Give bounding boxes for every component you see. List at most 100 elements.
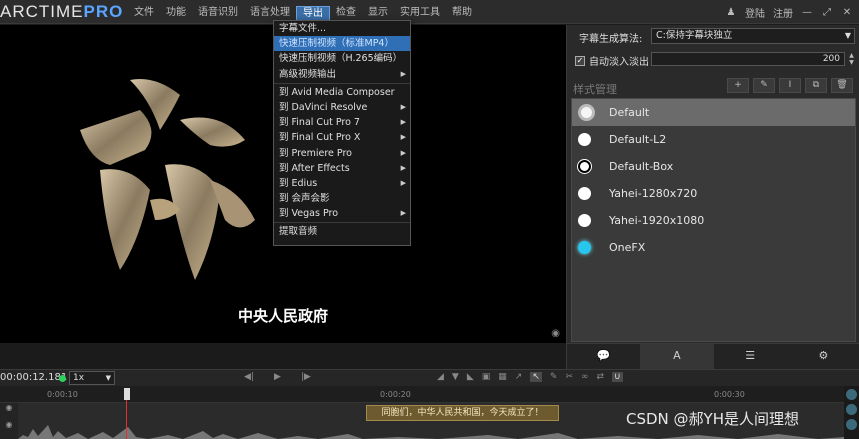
copy-style-button[interactable]: ⧉	[805, 78, 827, 93]
menu-divider	[274, 222, 410, 224]
fade-duration-input[interactable]: 200	[651, 52, 845, 66]
style-swatch-icon	[578, 104, 595, 121]
menu-item-label: 到 DaVinci Resolve	[279, 101, 368, 113]
tool-c-icon[interactable]: ◣	[467, 372, 474, 382]
user-icon: ♟	[726, 7, 736, 18]
menu-item-after-effects[interactable]: 到 After Effects ▶	[274, 161, 410, 176]
style-name: Yahei-1280x720	[609, 187, 698, 200]
menu-item-extract-audio[interactable]: 提取音频	[274, 224, 410, 239]
calligraphy-artwork	[80, 79, 255, 280]
menu-divider	[274, 82, 410, 84]
menu-file[interactable]: 文件	[128, 6, 160, 22]
zoom-icon[interactable]	[846, 389, 857, 400]
timeline-toolbar: 00:00:12.181 1x ▼ ◀| ▶ |▶ ◢ ▼ ◣ ▣ ▦ ↗ ↖ …	[0, 369, 859, 386]
algo-select[interactable]: C:保持字幕块独立 ▼	[651, 28, 855, 44]
play-icon[interactable]: ▶	[274, 372, 281, 382]
transport-controls: ◀| ▶ |▶	[244, 372, 311, 382]
menu-item-avid[interactable]: 到 Avid Media Composer	[274, 85, 410, 100]
menu-item-label: 到 Vegas Pro	[279, 208, 339, 220]
menu-item-subtitle-file[interactable]: 字幕文件...	[274, 21, 410, 36]
style-toolbar: + ✎ I ⧉ 🗑	[727, 78, 853, 93]
submenu-arrow-icon: ▶	[400, 178, 406, 187]
login-link[interactable]: 登陆	[745, 5, 765, 20]
edit-icon[interactable]: ✎	[550, 372, 558, 382]
menu-help[interactable]: 帮助	[446, 6, 478, 22]
app-logo: ARCTIMEPRO	[0, 2, 124, 21]
fade-checkbox[interactable]: ✓	[575, 55, 585, 66]
style-item-default-box[interactable]: Default-Box	[572, 153, 855, 180]
submenu-arrow-icon: ▶	[400, 133, 406, 142]
playhead-line	[126, 400, 127, 439]
menu-item-label: 高级视频输出	[279, 68, 337, 80]
close-icon[interactable]: ✕	[841, 7, 853, 18]
style-item-onefx[interactable]: OneFX	[572, 234, 855, 261]
menu-item-quick-encode-h265[interactable]: 快速压制视频（H.265编码）	[274, 51, 410, 66]
menu-item-edius[interactable]: 到 Edius ▶	[274, 176, 410, 191]
tab-list[interactable]: ☰	[714, 344, 787, 369]
timeline-tools: ◢ ▼ ◣ ▣ ▦ ↗ ↖ ✎ ✂ ∞ ⇄ ∪	[437, 372, 623, 382]
swap-icon[interactable]: ⇄	[596, 372, 604, 382]
style-item-default[interactable]: Default	[572, 99, 855, 126]
rename-style-button[interactable]: I	[779, 78, 801, 93]
tool-b-icon[interactable]: ▼	[452, 372, 459, 382]
submenu-arrow-icon: ▶	[400, 209, 406, 218]
eye-icon[interactable]: ◉	[0, 420, 18, 429]
zoom-icon[interactable]	[846, 404, 857, 415]
submenu-arrow-icon: ▶	[400, 118, 406, 127]
eye-icon[interactable]: ◉	[551, 328, 560, 339]
tab-text-style[interactable]: A	[640, 344, 714, 369]
style-name: Yahei-1920x1080	[609, 214, 705, 227]
menu-item-davinci[interactable]: 到 DaVinci Resolve ▶	[274, 100, 410, 115]
caret-down-icon: ▼	[844, 31, 851, 40]
eye-icon[interactable]: ◉	[0, 403, 18, 412]
scissors-icon[interactable]: ✂	[565, 372, 573, 382]
tab-comments[interactable]: 💬	[567, 344, 640, 369]
pen-icon[interactable]: ↗	[515, 372, 523, 382]
spinner-icon[interactable]: ▲ ▼	[847, 52, 856, 66]
link-icon[interactable]: ∞	[581, 372, 589, 382]
menu-item-premiere[interactable]: 到 Premiere Pro ▶	[274, 146, 410, 161]
menu-function[interactable]: 功能	[160, 6, 192, 22]
image-icon[interactable]: ▦	[498, 372, 507, 382]
ruler-tick: 0:00:10	[47, 390, 78, 399]
style-item-default-l2[interactable]: Default-L2	[572, 126, 855, 153]
style-swatch-icon	[578, 133, 591, 146]
menu-item-fcpx[interactable]: 到 Final Cut Pro X ▶	[274, 130, 410, 145]
style-list: Default Default-L2 Default-Box Yahei-128…	[571, 98, 856, 342]
edit-style-button[interactable]: ✎	[753, 78, 775, 93]
menu-item-quick-encode-mp4[interactable]: 快速压制视频（标准MP4）	[274, 36, 410, 52]
magnet-icon[interactable]: ∪	[612, 372, 623, 382]
algo-value: C:保持字幕块独立	[656, 30, 733, 41]
prev-icon[interactable]: ◀|	[244, 372, 254, 382]
menu-item-vegas[interactable]: 到 Vegas Pro ▶	[274, 206, 410, 221]
register-link[interactable]: 注册	[773, 5, 793, 20]
style-item-yahei-720[interactable]: Yahei-1280x720	[572, 180, 855, 207]
tab-settings[interactable]: ⚙	[787, 344, 859, 369]
add-style-button[interactable]: +	[727, 78, 749, 93]
zoom-icon[interactable]	[846, 419, 857, 430]
style-name: Default-L2	[609, 133, 667, 146]
playhead-handle[interactable]	[124, 388, 130, 400]
fade-row: ✓ 自动淡入淡出	[575, 53, 649, 68]
style-item-yahei-1080[interactable]: Yahei-1920x1080	[572, 207, 855, 234]
style-swatch-icon	[578, 214, 591, 227]
speed-select[interactable]: 1x ▼	[69, 371, 115, 385]
camera-icon[interactable]: ▣	[482, 372, 491, 382]
tool-a-icon[interactable]: ◢	[437, 372, 444, 382]
track-header: ◉ ◉	[0, 403, 18, 439]
submenu-arrow-icon: ▶	[400, 148, 406, 157]
menu-item-fcp7[interactable]: 到 Final Cut Pro 7 ▶	[274, 115, 410, 130]
delete-style-button[interactable]: 🗑	[831, 78, 853, 93]
minimize-icon[interactable]: —	[801, 7, 813, 18]
menu-item-label: 到 Edius	[279, 177, 318, 189]
ruler-tick: 0:00:30	[714, 390, 745, 399]
subtitle-block[interactable]: 同胞们，中华人民共和国，今天成立了！	[366, 405, 559, 421]
algo-label: 字幕生成算法:	[579, 34, 643, 45]
cursor-icon[interactable]: ↖	[530, 372, 542, 382]
status-dot-icon	[59, 375, 66, 382]
menu-item-huishengyingying[interactable]: 到 会声会影	[274, 191, 410, 206]
menu-item-advanced-video-output[interactable]: 高级视频输出 ▶	[274, 67, 410, 82]
menu-speech-recognition[interactable]: 语音识别	[192, 6, 244, 22]
next-icon[interactable]: |▶	[301, 372, 311, 382]
maximize-icon[interactable]: ⤢	[821, 7, 833, 18]
